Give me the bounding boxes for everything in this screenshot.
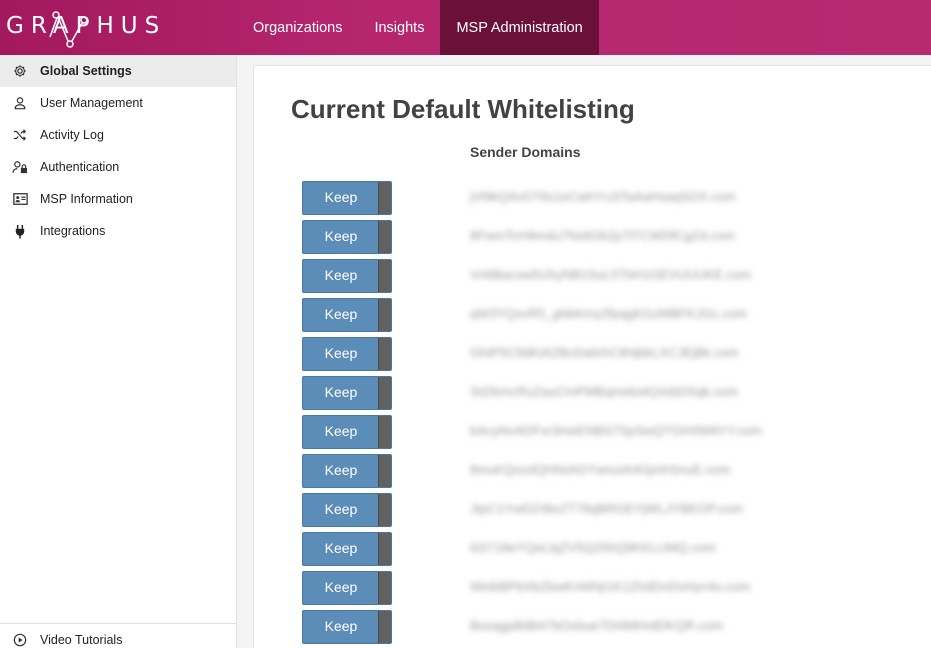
keep-toggle-handle[interactable] [378, 572, 391, 604]
sender-domain: WeibBPbXbZbwKnWhjI1K1ZhdDnDsHyn4u.com [470, 579, 751, 594]
keep-button-label: Keep [324, 462, 358, 478]
keep-button[interactable]: Keep [302, 298, 392, 332]
sender-domain: BosqgpBIBt47bOxbue7Di4MHrdDKQR.com [470, 618, 723, 633]
sender-domain: 3sDkmcRuZauCmPMBqmeboKjVobDSqk.com [470, 384, 739, 399]
nav-insights[interactable]: Insights [358, 0, 440, 55]
sidebar-item-msp-information[interactable]: MSP Information [0, 183, 236, 215]
keep-toggle-handle[interactable] [378, 611, 391, 643]
graphus-logo[interactable]: GRAPHUS [6, 8, 159, 48]
keep-button[interactable]: Keep [302, 220, 392, 254]
sidebar-item-label: Global Settings [40, 64, 132, 78]
keep-button[interactable]: Keep [302, 376, 392, 410]
sidebar-item-label: Video Tutorials [40, 633, 123, 647]
sender-domain: JtpC1YwDZrBeZT78qBRGEYjWLJYBEOP.com [470, 501, 743, 516]
sender-domain: 8FwmTcH9mdu7Ns6Gk2p7tTCWDfCgZd.com [470, 228, 736, 243]
keep-toggle-handle[interactable] [378, 494, 391, 526]
sidebar: Global Settings User Management Activity… [0, 55, 237, 648]
keep-toggle-handle[interactable] [378, 377, 391, 409]
plug-icon [12, 223, 28, 239]
gear-icon [12, 63, 28, 79]
keep-button-label: Keep [324, 267, 358, 283]
keep-toggle-handle[interactable] [378, 221, 391, 253]
sender-domain: GhtP5C9dKiAZBcDa6rhC9HjbkLXCJEjBk.com [470, 345, 739, 360]
keep-button-label: Keep [324, 345, 358, 361]
sidebar-item-user-management[interactable]: User Management [0, 87, 236, 119]
sender-domain: 62i718eYQeLbjZV5Q25hQ9KKLUMQ.com [470, 540, 716, 555]
sidebar-item-label: Authentication [40, 160, 120, 174]
table-row: Keep GhtP5C9dKiAZBcDa6rhC9HjbkLXCJEjBk.co… [254, 337, 931, 371]
table-row: Keep 8FwmTcH9mdu7Ns6Gk2p7tTCWDfCgZd.com [254, 220, 931, 254]
play-circle-icon [12, 632, 28, 648]
keep-button-label: Keep [324, 618, 358, 634]
keep-toggle-handle[interactable] [378, 338, 391, 370]
shuffle-icon [12, 127, 28, 143]
logo-text: GRAPHUS [6, 13, 167, 39]
user-lock-icon [12, 159, 28, 175]
sender-domain: jVl9kQ4vGT6s1eCwhYc2tTaAaHsaqSOX.com [470, 189, 736, 204]
keep-toggle-handle[interactable] [378, 299, 391, 331]
sender-domain: bAcyNvADFxr3meENBS7SpSwQTGIHIWAYY.com [470, 423, 762, 438]
keep-button-label: Keep [324, 579, 358, 595]
main-nav: Organizations Insights MSP Administratio… [237, 0, 599, 55]
keep-button[interactable]: Keep [302, 610, 392, 644]
table-row: Keep 62i718eYQeLbjZV5Q25hQ9KKLUMQ.com [254, 532, 931, 566]
sidebar-item-activity-log[interactable]: Activity Log [0, 119, 236, 151]
user-icon [12, 95, 28, 111]
keep-button-label: Keep [324, 423, 358, 439]
sidebar-item-authentication[interactable]: Authentication [0, 151, 236, 183]
table-row: Keep BosqgpBIBt47bOxbue7Di4MHrdDKQR.com [254, 610, 931, 644]
sender-domain: Vn6Bacow5UhyNB1SuL5TbH1GEVUUUKE.com [470, 267, 752, 282]
table-row: Keep jVl9kQ4vGT6s1eCwhYc2tTaAaHsaqSOX.com [254, 181, 931, 215]
keep-button-label: Keep [324, 228, 358, 244]
keep-button[interactable]: Keep [302, 415, 392, 449]
keep-button-label: Keep [324, 306, 358, 322]
table-row: Keep bAcyNvADFxr3meENBS7SpSwQTGIHIWAYY.co… [254, 415, 931, 449]
sidebar-item-integrations[interactable]: Integrations [0, 215, 236, 247]
keep-button-label: Keep [324, 540, 358, 556]
table-row: Keep 3sDkmcRuZauCmPMBqmeboKjVobDSqk.com [254, 376, 931, 410]
whitelisting-card: Current Default Whitelisting Sender Doma… [253, 65, 931, 648]
sidebar-item-global-settings[interactable]: Global Settings [0, 55, 236, 87]
sidebar-item-label: MSP Information [40, 192, 133, 206]
keep-button[interactable]: Keep [302, 337, 392, 371]
sidebar-item-label: Activity Log [40, 128, 104, 142]
sender-domains-header: Sender Domains [470, 144, 581, 160]
keep-toggle-handle[interactable] [378, 260, 391, 292]
keep-button[interactable]: Keep [302, 181, 392, 215]
main-content: Current Default Whitelisting Sender Doma… [237, 55, 931, 648]
keep-button[interactable]: Keep [302, 259, 392, 293]
keep-button-label: Keep [324, 189, 358, 205]
sender-domain: 8muKQozdQHNsN2YwnuIA4GjmhSnuE.com [470, 462, 731, 477]
table-row: Keep JtpC1YwDZrBeZT78qBRGEYjWLJYBEOP.com [254, 493, 931, 527]
keep-button-label: Keep [324, 384, 358, 400]
table-row: Keep Vn6Bacow5UhyNB1SuL5TbH1GEVUUUKE.com [254, 259, 931, 293]
keep-toggle-handle[interactable] [378, 533, 391, 565]
keep-button[interactable]: Keep [302, 571, 392, 605]
table-row: Keep qW3YQsvR5_gNkKmy2fpqgKGzMBFKJGc.com [254, 298, 931, 332]
keep-button[interactable]: Keep [302, 532, 392, 566]
keep-toggle-handle[interactable] [378, 416, 391, 448]
id-card-icon [12, 191, 28, 207]
sidebar-item-label: Integrations [40, 224, 106, 238]
keep-toggle-handle[interactable] [378, 182, 391, 214]
sender-domain: qW3YQsvR5_gNkKmy2fpqgKGzMBFKJGc.com [470, 306, 747, 321]
nav-organizations[interactable]: Organizations [237, 0, 358, 55]
nav-msp-administration[interactable]: MSP Administration [440, 0, 599, 55]
keep-toggle-handle[interactable] [378, 455, 391, 487]
top-header: GRAPHUS Organizations Insights MSP Admin… [0, 0, 931, 55]
page-title: Current Default Whitelisting [291, 94, 635, 124]
keep-button[interactable]: Keep [302, 493, 392, 527]
sidebar-item-label: User Management [40, 96, 143, 110]
table-row: Keep WeibBPbXbZbwKnWhjI1K1ZhdDnDsHyn4u.co… [254, 571, 931, 605]
sidebar-item-video-tutorials[interactable]: Video Tutorials [0, 624, 236, 648]
keep-button[interactable]: Keep [302, 454, 392, 488]
keep-button-label: Keep [324, 501, 358, 517]
table-row: Keep 8muKQozdQHNsN2YwnuIA4GjmhSnuE.com [254, 454, 931, 488]
